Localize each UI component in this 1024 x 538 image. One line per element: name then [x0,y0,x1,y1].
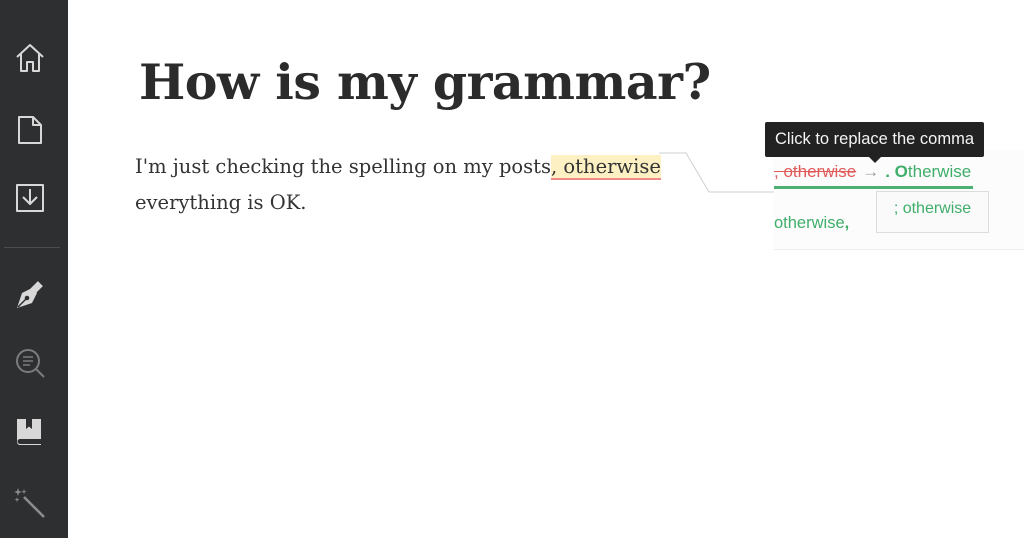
original-phrase: , otherwise [774,162,857,181]
page-title: How is my grammar? [139,53,711,111]
replacement-punct: . [885,162,895,181]
body-text-end: everything is OK. [135,191,307,214]
magic-wand-icon[interactable] [14,486,46,518]
body-text-start: I'm just checking the spelling on my pos… [135,155,552,178]
comma-suggestion[interactable]: otherwise, [774,214,849,233]
sidebar [0,0,68,538]
home-icon[interactable] [14,42,46,74]
arrow-icon: → [862,162,880,181]
pen-nib-icon[interactable] [14,279,46,311]
comma-suggestion-punct: , [844,214,850,232]
editor-body[interactable]: I'm just checking the spelling on my pos… [135,149,675,221]
book-icon[interactable] [14,415,46,447]
semicolon-suggestion[interactable]: ; otherwise [876,191,989,233]
replacement-capital: O [894,162,908,181]
replacement-rest: therwise [907,162,972,181]
replacement-phrase: . Otherwise [885,162,971,181]
replace-tooltip: Click to replace the comma [765,122,984,163]
comma-suggestion-word: otherwise [774,214,845,232]
download-icon[interactable] [14,182,46,214]
sidebar-divider [4,247,60,248]
document-icon[interactable] [14,114,46,146]
search-text-icon[interactable] [14,347,46,379]
flagged-phrase[interactable]: , otherwise [551,155,661,180]
